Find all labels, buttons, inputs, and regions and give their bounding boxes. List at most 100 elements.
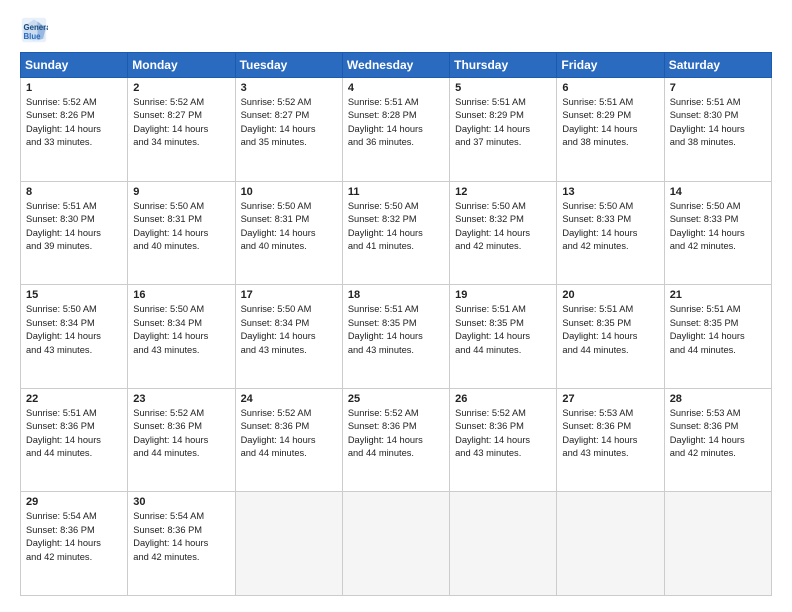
page: General Blue SundayMondayTuesdayWednesda… <box>0 0 792 612</box>
day-number: 4 <box>348 82 444 94</box>
day-info: Sunrise: 5:51 AMSunset: 8:35 PMDaylight:… <box>670 303 766 357</box>
day-info: Sunrise: 5:50 AMSunset: 8:31 PMDaylight:… <box>241 200 337 254</box>
day-info: Sunrise: 5:52 AMSunset: 8:36 PMDaylight:… <box>133 407 229 461</box>
calendar-header-row: SundayMondayTuesdayWednesdayThursdayFrid… <box>21 53 772 78</box>
calendar-cell: 4 Sunrise: 5:51 AMSunset: 8:28 PMDaylight… <box>342 78 449 182</box>
logo-icon: General Blue <box>20 16 48 44</box>
calendar-cell: 25 Sunrise: 5:52 AMSunset: 8:36 PMDayligh… <box>342 388 449 492</box>
day-info: Sunrise: 5:52 AMSunset: 8:27 PMDaylight:… <box>133 96 229 150</box>
day-number: 8 <box>26 186 122 198</box>
calendar-header-saturday: Saturday <box>664 53 771 78</box>
calendar-cell: 8 Sunrise: 5:51 AMSunset: 8:30 PMDaylight… <box>21 181 128 285</box>
day-number: 23 <box>133 393 229 405</box>
calendar-cell: 9Sunrise: 5:50 AMSunset: 8:31 PMDaylight… <box>128 181 235 285</box>
day-info: Sunrise: 5:51 AMSunset: 8:30 PMDaylight:… <box>26 200 122 254</box>
calendar-cell: 29 Sunrise: 5:54 AMSunset: 8:36 PMDayligh… <box>21 492 128 596</box>
day-number: 28 <box>670 393 766 405</box>
calendar-cell: 22Sunrise: 5:51 AMSunset: 8:36 PMDayligh… <box>21 388 128 492</box>
calendar-cell: 13Sunrise: 5:50 AMSunset: 8:33 PMDayligh… <box>557 181 664 285</box>
calendar-cell: 18Sunrise: 5:51 AMSunset: 8:35 PMDayligh… <box>342 285 449 389</box>
day-number: 15 <box>26 289 122 301</box>
day-number: 25 <box>348 393 444 405</box>
day-info: Sunrise: 5:53 AMSunset: 8:36 PMDaylight:… <box>670 407 766 461</box>
calendar-cell <box>664 492 771 596</box>
day-number: 1 <box>26 82 122 94</box>
day-number: 11 <box>348 186 444 198</box>
calendar-cell <box>235 492 342 596</box>
calendar-header-friday: Friday <box>557 53 664 78</box>
calendar-table: SundayMondayTuesdayWednesdayThursdayFrid… <box>20 52 772 596</box>
calendar-cell: 16 Sunrise: 5:50 AMSunset: 8:34 PMDayligh… <box>128 285 235 389</box>
day-number: 10 <box>241 186 337 198</box>
day-number: 19 <box>455 289 551 301</box>
calendar-cell: 15 Sunrise: 5:50 AMSunset: 8:34 PMDayligh… <box>21 285 128 389</box>
day-number: 24 <box>241 393 337 405</box>
calendar-cell: 23 Sunrise: 5:52 AMSunset: 8:36 PMDayligh… <box>128 388 235 492</box>
calendar-cell: 1 Sunrise: 5:52 AMSunset: 8:26 PMDaylight… <box>21 78 128 182</box>
calendar-week-1: 8 Sunrise: 5:51 AMSunset: 8:30 PMDaylight… <box>21 181 772 285</box>
day-number: 29 <box>26 496 122 508</box>
day-number: 6 <box>562 82 658 94</box>
day-info: Sunrise: 5:52 AMSunset: 8:36 PMDaylight:… <box>241 407 337 461</box>
calendar-header-thursday: Thursday <box>450 53 557 78</box>
svg-text:General: General <box>24 23 49 32</box>
calendar-week-3: 22Sunrise: 5:51 AMSunset: 8:36 PMDayligh… <box>21 388 772 492</box>
calendar-cell: 12 Sunrise: 5:50 AMSunset: 8:32 PMDayligh… <box>450 181 557 285</box>
day-number: 30 <box>133 496 229 508</box>
calendar-cell: 24 Sunrise: 5:52 AMSunset: 8:36 PMDayligh… <box>235 388 342 492</box>
calendar-cell: 19 Sunrise: 5:51 AMSunset: 8:35 PMDayligh… <box>450 285 557 389</box>
day-info: Sunrise: 5:50 AMSunset: 8:32 PMDaylight:… <box>348 200 444 254</box>
day-info: Sunrise: 5:53 AMSunset: 8:36 PMDaylight:… <box>562 407 658 461</box>
day-info: Sunrise: 5:52 AMSunset: 8:36 PMDaylight:… <box>455 407 551 461</box>
calendar-cell <box>450 492 557 596</box>
day-number: 17 <box>241 289 337 301</box>
day-info: Sunrise: 5:51 AMSunset: 8:35 PMDaylight:… <box>562 303 658 357</box>
logo: General Blue <box>20 16 52 44</box>
day-number: 26 <box>455 393 551 405</box>
calendar-cell: 11 Sunrise: 5:50 AMSunset: 8:32 PMDayligh… <box>342 181 449 285</box>
calendar-cell: 27 Sunrise: 5:53 AMSunset: 8:36 PMDayligh… <box>557 388 664 492</box>
day-info: Sunrise: 5:52 AMSunset: 8:36 PMDaylight:… <box>348 407 444 461</box>
day-info: Sunrise: 5:51 AMSunset: 8:29 PMDaylight:… <box>562 96 658 150</box>
calendar-header-sunday: Sunday <box>21 53 128 78</box>
day-info: Sunrise: 5:50 AMSunset: 8:34 PMDaylight:… <box>26 303 122 357</box>
day-number: 12 <box>455 186 551 198</box>
day-info: Sunrise: 5:52 AMSunset: 8:27 PMDaylight:… <box>241 96 337 150</box>
day-number: 13 <box>562 186 658 198</box>
calendar-cell <box>557 492 664 596</box>
calendar-cell: 28 Sunrise: 5:53 AMSunset: 8:36 PMDayligh… <box>664 388 771 492</box>
day-info: Sunrise: 5:54 AMSunset: 8:36 PMDaylight:… <box>26 510 122 564</box>
day-info: Sunrise: 5:52 AMSunset: 8:26 PMDaylight:… <box>26 96 122 150</box>
day-number: 27 <box>562 393 658 405</box>
svg-text:Blue: Blue <box>24 32 42 41</box>
calendar-cell: 10 Sunrise: 5:50 AMSunset: 8:31 PMDayligh… <box>235 181 342 285</box>
day-number: 14 <box>670 186 766 198</box>
calendar-cell: 6 Sunrise: 5:51 AMSunset: 8:29 PMDaylight… <box>557 78 664 182</box>
day-info: Sunrise: 5:51 AMSunset: 8:29 PMDaylight:… <box>455 96 551 150</box>
day-number: 22 <box>26 393 122 405</box>
calendar-cell: 14Sunrise: 5:50 AMSunset: 8:33 PMDayligh… <box>664 181 771 285</box>
day-number: 9 <box>133 186 229 198</box>
day-info: Sunrise: 5:50 AMSunset: 8:32 PMDaylight:… <box>455 200 551 254</box>
day-number: 2 <box>133 82 229 94</box>
calendar-week-2: 15 Sunrise: 5:50 AMSunset: 8:34 PMDayligh… <box>21 285 772 389</box>
day-number: 21 <box>670 289 766 301</box>
calendar-cell: 26 Sunrise: 5:52 AMSunset: 8:36 PMDayligh… <box>450 388 557 492</box>
day-number: 18 <box>348 289 444 301</box>
calendar-cell: 5 Sunrise: 5:51 AMSunset: 8:29 PMDaylight… <box>450 78 557 182</box>
header: General Blue <box>20 16 772 44</box>
day-number: 16 <box>133 289 229 301</box>
day-info: Sunrise: 5:51 AMSunset: 8:28 PMDaylight:… <box>348 96 444 150</box>
day-info: Sunrise: 5:54 AMSunset: 8:36 PMDaylight:… <box>133 510 229 564</box>
day-info: Sunrise: 5:50 AMSunset: 8:34 PMDaylight:… <box>133 303 229 357</box>
calendar-header-tuesday: Tuesday <box>235 53 342 78</box>
day-number: 5 <box>455 82 551 94</box>
calendar-week-4: 29 Sunrise: 5:54 AMSunset: 8:36 PMDayligh… <box>21 492 772 596</box>
calendar-header-monday: Monday <box>128 53 235 78</box>
calendar-cell <box>342 492 449 596</box>
calendar-cell: 20Sunrise: 5:51 AMSunset: 8:35 PMDayligh… <box>557 285 664 389</box>
calendar-header-wednesday: Wednesday <box>342 53 449 78</box>
day-info: Sunrise: 5:51 AMSunset: 8:35 PMDaylight:… <box>455 303 551 357</box>
day-info: Sunrise: 5:50 AMSunset: 8:34 PMDaylight:… <box>241 303 337 357</box>
calendar-cell: 3Sunrise: 5:52 AMSunset: 8:27 PMDaylight… <box>235 78 342 182</box>
